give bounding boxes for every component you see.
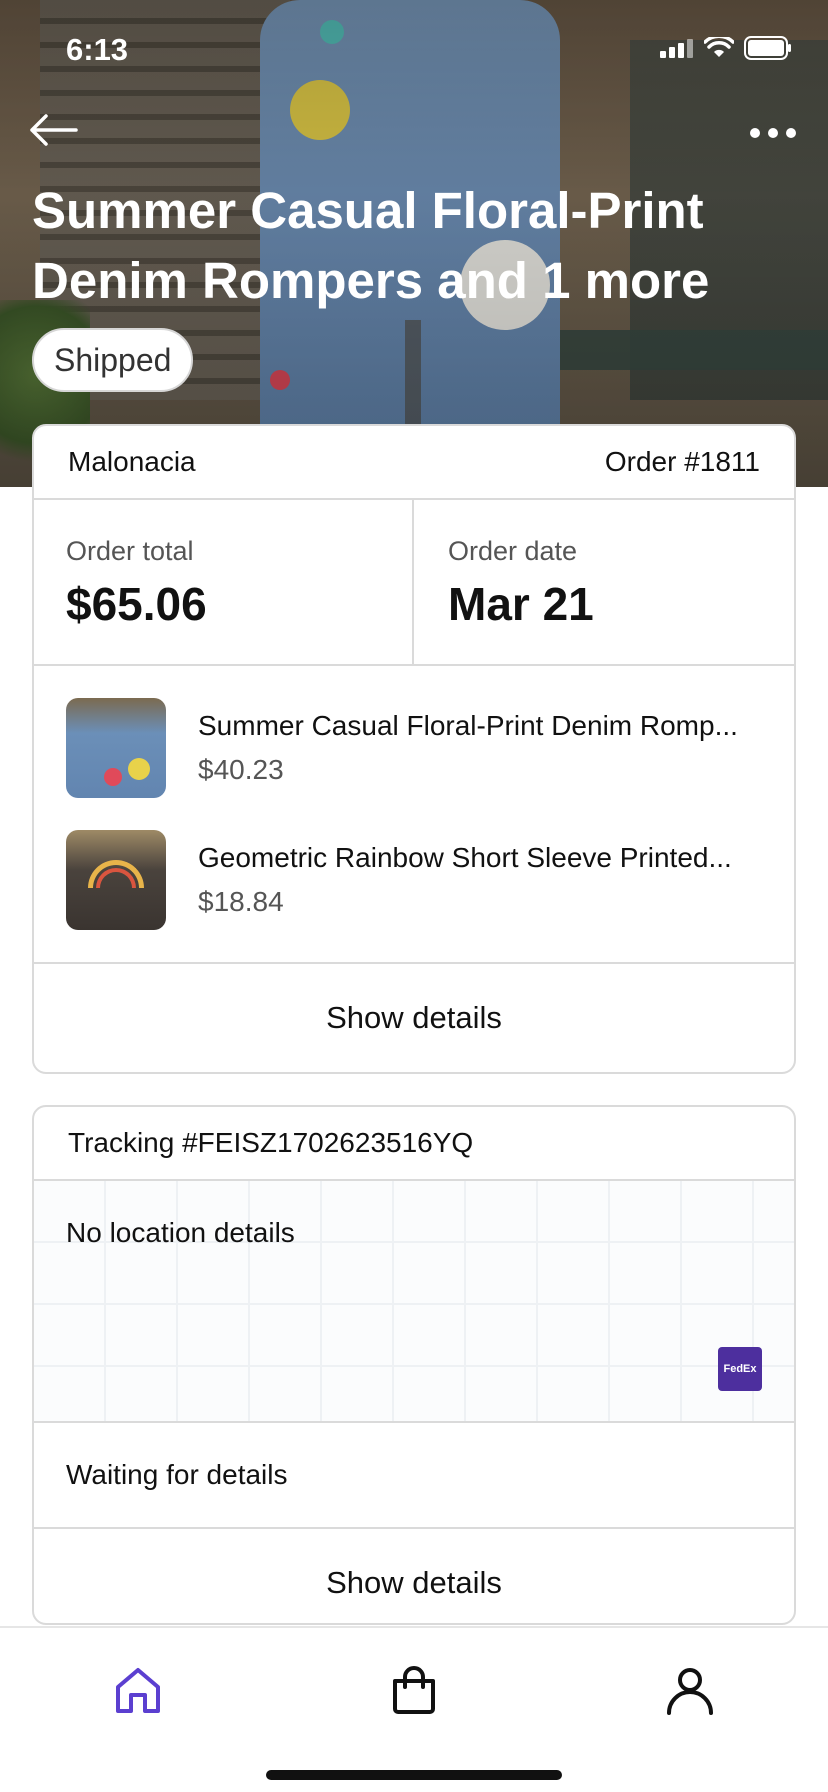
tracking-card: Tracking #FEISZ1702623516YQ No location …: [32, 1105, 796, 1625]
status-badge: Shipped: [32, 328, 194, 392]
tracking-status: Waiting for details: [34, 1423, 794, 1529]
back-button[interactable]: [26, 108, 80, 152]
list-item[interactable]: Geometric Rainbow Short Sleeve Printed..…: [34, 830, 794, 930]
tracking-number[interactable]: Tracking #FEISZ1702623516YQ: [68, 1127, 473, 1159]
cellular-signal-icon: [660, 39, 693, 58]
order-date-value: Mar 21: [448, 578, 594, 630]
wifi-icon: [704, 37, 734, 57]
home-icon: [116, 1668, 160, 1713]
bottom-navigation: [0, 1626, 828, 1792]
carrier-logo: FedEx: [718, 1347, 762, 1391]
product-price: $18.84: [198, 886, 284, 917]
nav-profile[interactable]: [650, 1650, 730, 1730]
shopping-bag-icon: [393, 1666, 435, 1714]
product-name: Geometric Rainbow Short Sleeve Printed..…: [198, 842, 732, 873]
product-price: $40.23: [198, 754, 284, 785]
product-thumbnail: [66, 698, 166, 798]
battery-icon: [744, 36, 791, 60]
order-number: Order #1811: [604, 446, 760, 477]
more-dots-icon: [750, 128, 760, 138]
order-total-label: Order total: [66, 536, 194, 566]
status-bar-icons: [660, 36, 792, 60]
nav-shop[interactable]: [374, 1650, 454, 1730]
order-date-label: Order date: [448, 536, 578, 566]
tracking-header-row: Tracking #FEISZ1702623516YQ: [34, 1107, 794, 1181]
profile-icon: [667, 1668, 713, 1715]
order-total-value: $65.06: [66, 578, 207, 630]
order-summary-card: Malonacia Order #1811 Order total $65.06…: [32, 424, 796, 1074]
tracking-show-details-button[interactable]: Show details: [34, 1529, 794, 1623]
page-title: Summer Casual Floral-Print Denim Rompers…: [32, 182, 710, 309]
order-show-details-button[interactable]: Show details: [34, 964, 794, 1072]
product-thumbnail: [66, 830, 166, 930]
status-bar-time: 6:13: [66, 32, 129, 67]
home-indicator: [266, 1770, 562, 1780]
arrow-left-icon: [30, 114, 78, 146]
map-location-text: No location details: [66, 1217, 295, 1248]
more-options-button[interactable]: [748, 118, 798, 148]
list-item[interactable]: Summer Casual Floral-Print Denim Romp...…: [34, 698, 794, 798]
order-header-row: Malonacia Order #1811: [34, 426, 794, 500]
shop-name[interactable]: Malonacia: [68, 446, 196, 478]
order-items-list: Summer Casual Floral-Print Denim Romp...…: [34, 666, 794, 964]
nav-home[interactable]: [98, 1650, 178, 1730]
product-name: Summer Casual Floral-Print Denim Romp...: [198, 710, 738, 741]
order-totals-row: Order total $65.06 Order date Mar 21: [34, 500, 794, 666]
tracking-map: No location details FedEx: [34, 1181, 794, 1423]
